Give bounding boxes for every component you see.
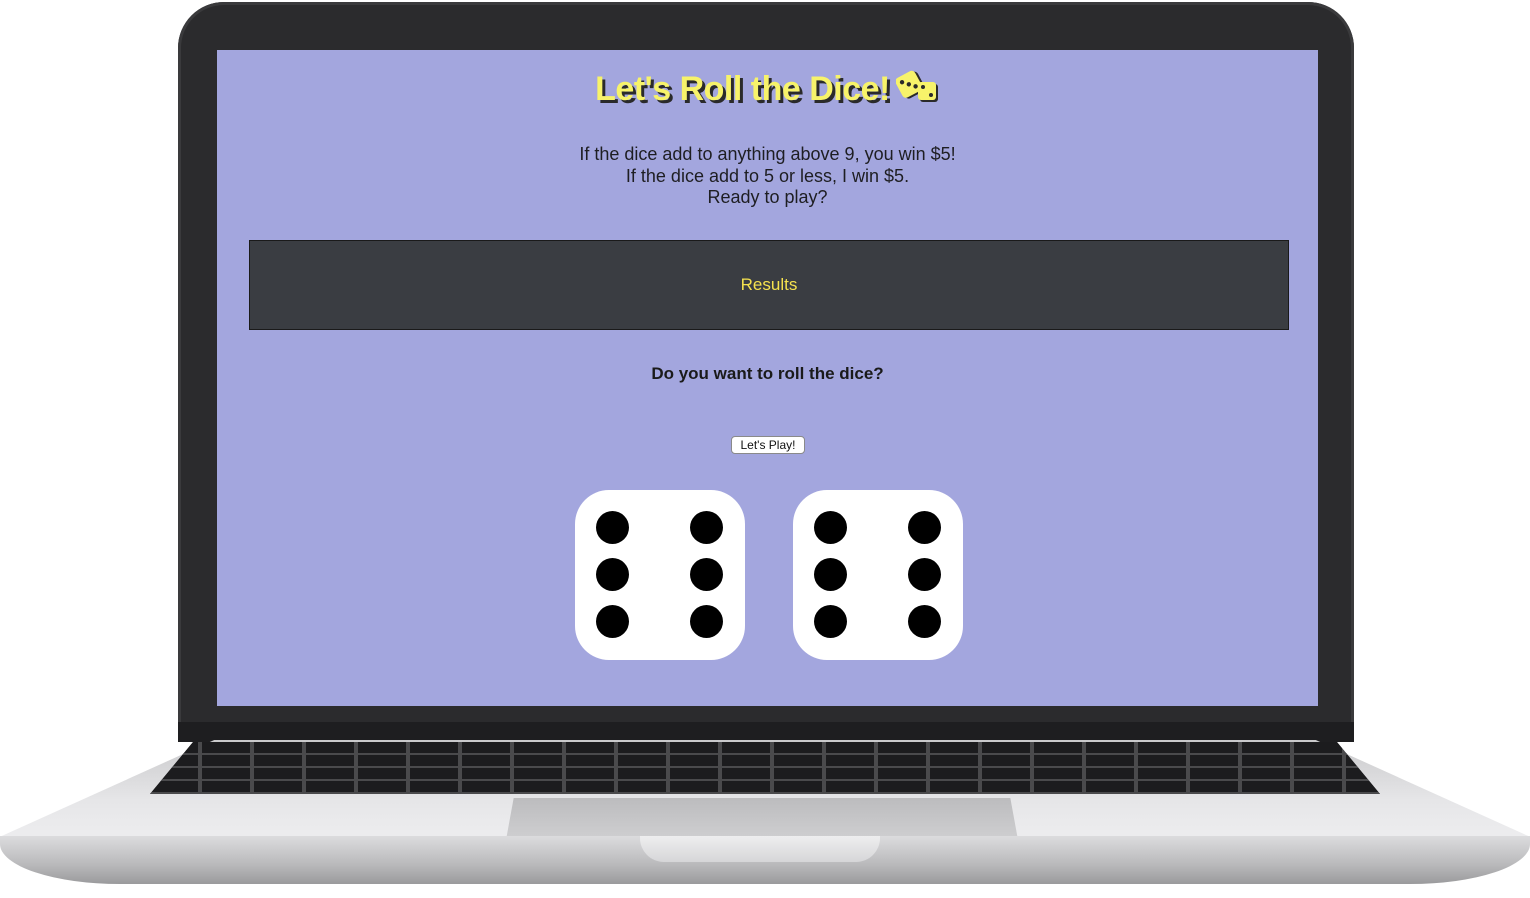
die-pip [690,605,723,638]
rule-win: If the dice add to anything above 9, you… [579,144,956,164]
die-pip [908,511,941,544]
die-six-icon [793,490,963,660]
rule-lose: If the dice add to 5 or less, I win $5. [625,165,910,186]
laptop-notch [640,836,880,862]
roll-question: Do you want to roll the dice? [651,364,884,383]
laptop-keyboard-rows [150,742,1380,794]
die-pip [596,605,629,638]
results-label: Results [740,275,798,294]
die-pip [596,511,629,544]
die-pip [690,511,723,544]
die-pip [908,558,941,591]
dice-icon [895,68,940,104]
laptop-mockup: Let's Roll the Dice! If the dice add to … [0,0,1530,898]
results-panel: Results [249,240,1289,330]
ready-prompt: Ready to play? [707,187,828,207]
page-title: Let's Roll the Dice! [217,68,1318,109]
die-pip [814,558,847,591]
die-six-icon [575,490,745,660]
page-title-text: Let's Roll the Dice! [595,70,890,108]
die-pip [814,511,847,544]
die-pip [814,605,847,638]
die-pip [690,558,723,591]
die-pip [596,558,629,591]
game-rules: If the dice add to anything above 9, you… [217,144,1318,209]
die-pip [908,605,941,638]
laptop-trackpad [506,798,1018,840]
laptop-hinge [178,722,1354,742]
app-screen: Let's Roll the Dice! If the dice add to … [217,50,1318,706]
lets-play-button[interactable]: Let's Play! [731,436,805,454]
